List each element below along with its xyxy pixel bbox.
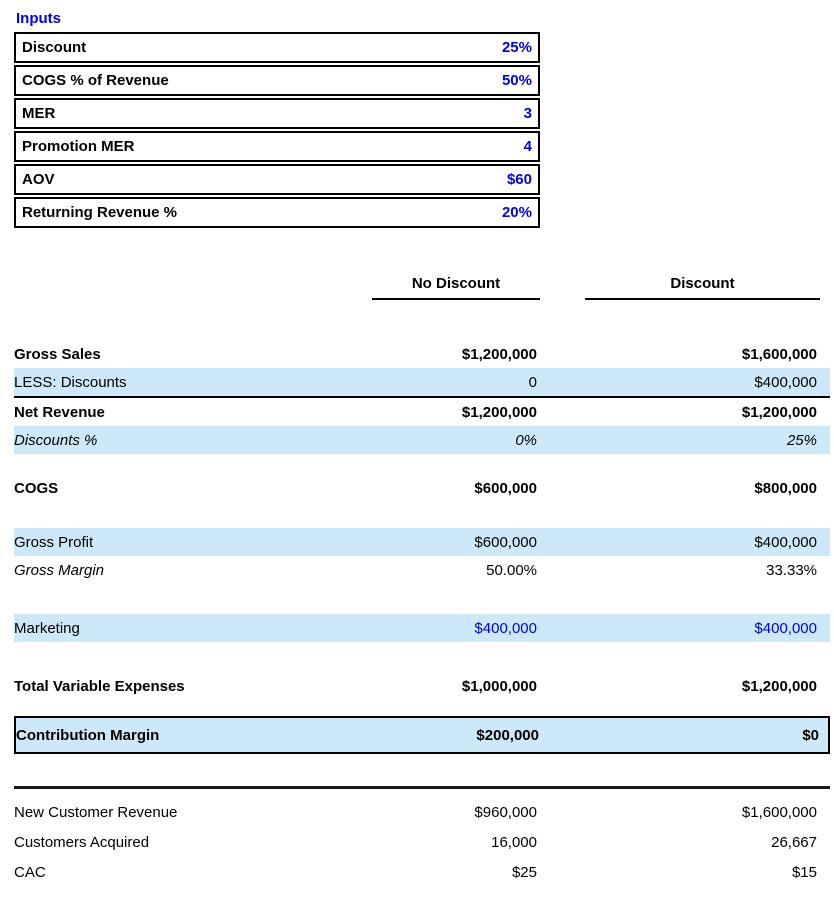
value-no-discount: $200,000 (476, 726, 539, 744)
input-row-mer: MER 3 (14, 98, 540, 129)
row-net-revenue: Net Revenue $1,200,000 $1,200,000 (14, 398, 830, 426)
row-gross-profit: Gross Profit $600,000 $400,000 (14, 528, 830, 556)
value-discount: $1,600,000 (741, 803, 817, 821)
input-row-promotion-mer: Promotion MER 4 (14, 131, 540, 162)
value-discount: $15 (791, 863, 817, 881)
comparison-table: No Discount Discount Gross Sales $1,200,… (14, 270, 830, 887)
row-new-customer-revenue: New Customer Revenue $960,000 $1,600,000 (14, 797, 830, 827)
value-discount: $400,000 (754, 373, 817, 391)
row-gross-margin: Gross Margin 50.00% 33.33% (14, 556, 830, 584)
input-value-cell[interactable]: 20% (502, 204, 532, 221)
value-discount: $800,000 (754, 479, 817, 497)
value-discount: $1,200,000 (741, 403, 817, 421)
row-label: Gross Sales (14, 345, 101, 363)
value-discount: $400,000 (754, 533, 817, 551)
input-label: MER (22, 105, 56, 122)
value-no-discount: $25 (511, 863, 537, 881)
input-value-cell[interactable]: $60 (507, 171, 532, 188)
column-header-discount: Discount (585, 270, 820, 300)
input-value-cell[interactable]: 50% (502, 72, 532, 89)
row-marketing: Marketing $400,000 $400,000 (14, 614, 830, 642)
value-no-discount: $960,000 (474, 803, 537, 821)
row-label: Gross Profit (14, 533, 94, 551)
value-discount: 25% (786, 431, 817, 449)
value-discount: $1,200,000 (741, 677, 817, 695)
row-cac: CAC $25 $15 (14, 857, 830, 887)
row-discounts-pct: Discounts % 0% 25% (14, 426, 830, 454)
value-discount: 33.33% (766, 561, 817, 579)
row-label: Gross Margin (14, 561, 105, 579)
row-gross-sales: Gross Sales $1,200,000 $1,600,000 (14, 340, 830, 368)
row-label: Contribution Margin (16, 726, 160, 744)
input-row-discount: Discount 25% (14, 32, 540, 63)
column-header-row: No Discount Discount (14, 270, 830, 300)
value-no-discount: $1,000,000 (461, 677, 537, 695)
input-label: AOV (22, 171, 55, 188)
value-no-discount: $600,000 (474, 479, 537, 497)
row-less-discounts: LESS: Discounts 0 $400,000 (14, 368, 830, 398)
row-customers-acquired: Customers Acquired 16,000 26,667 (14, 827, 830, 857)
input-value-cell[interactable]: 4 (524, 138, 532, 155)
row-label: New Customer Revenue (14, 803, 178, 821)
value-no-discount: 0 (528, 373, 537, 391)
row-label: Total Variable Expenses (14, 677, 185, 695)
value-no-discount: $1,200,000 (461, 345, 537, 363)
input-value-cell[interactable]: 3 (524, 105, 532, 122)
acquisition-section: New Customer Revenue $960,000 $1,600,000… (14, 797, 830, 887)
row-label: Customers Acquired (14, 833, 150, 851)
value-no-discount: $1,200,000 (461, 403, 537, 421)
spreadsheet: Inputs Discount 25% COGS % of Revenue 50… (0, 0, 834, 906)
row-label: Net Revenue (14, 403, 105, 421)
row-cogs: COGS $600,000 $800,000 (14, 474, 830, 502)
input-row-returning-revenue: Returning Revenue % 20% (14, 197, 540, 228)
input-value-cell[interactable]: 25% (502, 39, 532, 56)
value-discount: 26,667 (771, 833, 817, 851)
row-label: CAC (14, 863, 46, 881)
input-label: Returning Revenue % (22, 204, 178, 221)
row-total-variable-expenses: Total Variable Expenses $1,000,000 $1,20… (14, 672, 830, 700)
value-discount: $1,600,000 (741, 345, 817, 363)
value-no-discount: 50.00% (486, 561, 537, 579)
value-no-discount: 0% (515, 431, 537, 449)
value-no-discount: 16,000 (491, 833, 537, 851)
inputs-section-title: Inputs (16, 10, 61, 27)
value-discount[interactable]: $400,000 (585, 620, 820, 637)
row-label: COGS (14, 479, 59, 497)
input-row-cogs-pct: COGS % of Revenue 50% (14, 65, 540, 96)
input-label: Discount (22, 39, 87, 56)
value-no-discount: $600,000 (474, 533, 537, 551)
row-label: LESS: Discounts (14, 373, 127, 391)
value-no-discount[interactable]: $400,000 (372, 620, 540, 637)
row-contribution-margin: Contribution Margin $200,000 $0 (14, 716, 830, 754)
value-discount: $0 (802, 726, 819, 744)
input-label: Promotion MER (22, 138, 135, 155)
column-header-no-discount: No Discount (372, 270, 540, 300)
section-divider (14, 786, 830, 789)
input-label: COGS % of Revenue (22, 72, 169, 89)
row-label: Marketing (14, 619, 80, 637)
input-row-aov: AOV $60 (14, 164, 540, 195)
row-label: Discounts % (14, 431, 98, 449)
inputs-table: Discount 25% COGS % of Revenue 50% MER 3… (14, 32, 540, 228)
